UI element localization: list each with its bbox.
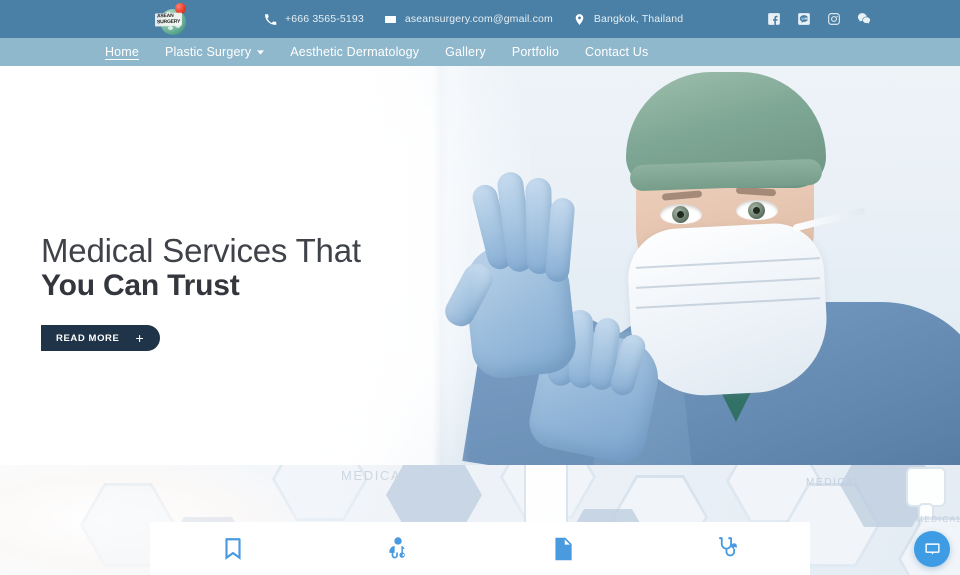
line-icon[interactable] bbox=[797, 12, 811, 26]
contact-info-group: +666 3565-5193 aseansurgery.com@gmail.co… bbox=[264, 0, 683, 38]
email-contact[interactable]: aseansurgery.com@gmail.com bbox=[384, 13, 553, 26]
hero-headline-line1: Medical Services That bbox=[41, 232, 361, 269]
chat-bubble-icon bbox=[924, 542, 940, 555]
hero-text-block: Medical Services That You Can Trust READ… bbox=[41, 231, 461, 351]
read-more-label: READ MORE bbox=[56, 332, 120, 344]
read-more-button[interactable]: READ MORE + bbox=[41, 325, 160, 351]
nav-label-contact-us: Contact Us bbox=[585, 45, 649, 59]
nav-item-gallery[interactable]: Gallery bbox=[432, 38, 499, 66]
hex-label-2: MEDICAL bbox=[806, 477, 862, 488]
globe-pin-logo-icon: ASEAN SURGERY bbox=[154, 3, 188, 35]
webpage-root: ASEAN SURGERY +666 3565-5193 aseansurger… bbox=[0, 0, 960, 575]
hero-banner: Medical Services That You Can Trust READ… bbox=[0, 66, 960, 465]
instagram-icon[interactable] bbox=[827, 12, 841, 26]
nav-item-home[interactable]: Home bbox=[92, 38, 152, 66]
facebook-icon[interactable] bbox=[767, 12, 781, 26]
location-contact[interactable]: Bangkok, Thailand bbox=[573, 13, 683, 26]
doctor-icon bbox=[388, 536, 405, 558]
service-item-document[interactable] bbox=[480, 522, 645, 575]
service-item-doctor[interactable] bbox=[315, 522, 480, 575]
nav-label-aesthetic-dermatology: Aesthetic Dermatology bbox=[290, 45, 420, 59]
location-text: Bangkok, Thailand bbox=[593, 13, 684, 25]
phone-contact[interactable]: +666 3565-5193 bbox=[264, 13, 364, 26]
main-navigation-bar: Home Plastic Surgery Aesthetic Dermatolo… bbox=[0, 38, 960, 99]
hex-label-3: MEDICAL bbox=[854, 465, 901, 472]
chat-widget-button[interactable] bbox=[914, 531, 950, 567]
stethoscope-icon bbox=[718, 536, 737, 556]
nav-item-portfolio[interactable]: Portfolio bbox=[499, 38, 572, 66]
nav-label-plastic-surgery: Plastic Surgery bbox=[164, 45, 252, 59]
nav-item-list: Home Plastic Surgery Aesthetic Dermatolo… bbox=[92, 38, 661, 66]
hex-label-1: MEDICAL bbox=[341, 468, 410, 483]
surgeon-figure bbox=[440, 66, 960, 465]
service-item-stethoscope[interactable] bbox=[645, 522, 810, 575]
email-address: aseansurgery.com@gmail.com bbox=[404, 13, 553, 25]
envelope-icon bbox=[384, 15, 396, 23]
hero-headline-line2: You Can Trust bbox=[41, 269, 240, 302]
nav-label-portfolio: Portfolio bbox=[511, 45, 560, 59]
hex-label-4: MEDICAL bbox=[916, 515, 960, 524]
logo-wordmark: ASEAN SURGERY bbox=[155, 12, 183, 27]
nav-item-contact-us[interactable]: Contact Us bbox=[572, 38, 661, 66]
service-icons-card bbox=[150, 522, 810, 575]
nav-label-home: Home bbox=[105, 45, 139, 59]
site-logo[interactable]: ASEAN SURGERY bbox=[146, 1, 196, 37]
messenger-chat-icon[interactable] bbox=[857, 12, 871, 26]
phone-icon bbox=[265, 13, 277, 25]
service-item-bookmark[interactable] bbox=[150, 522, 315, 575]
bookmark-icon bbox=[224, 537, 241, 560]
phone-number: +666 3565-5193 bbox=[285, 13, 364, 25]
chevron-down-icon bbox=[257, 49, 265, 55]
plus-icon: + bbox=[135, 330, 144, 346]
nav-item-aesthetic-dermatology[interactable]: Aesthetic Dermatology bbox=[277, 38, 432, 66]
social-links-group bbox=[767, 0, 871, 38]
nav-label-gallery: Gallery bbox=[445, 45, 486, 59]
nav-item-plastic-surgery[interactable]: Plastic Surgery bbox=[152, 38, 277, 66]
document-icon bbox=[554, 537, 572, 560]
top-utility-bar: ASEAN SURGERY +666 3565-5193 aseansurger… bbox=[0, 0, 960, 38]
map-pin-icon bbox=[575, 13, 584, 25]
